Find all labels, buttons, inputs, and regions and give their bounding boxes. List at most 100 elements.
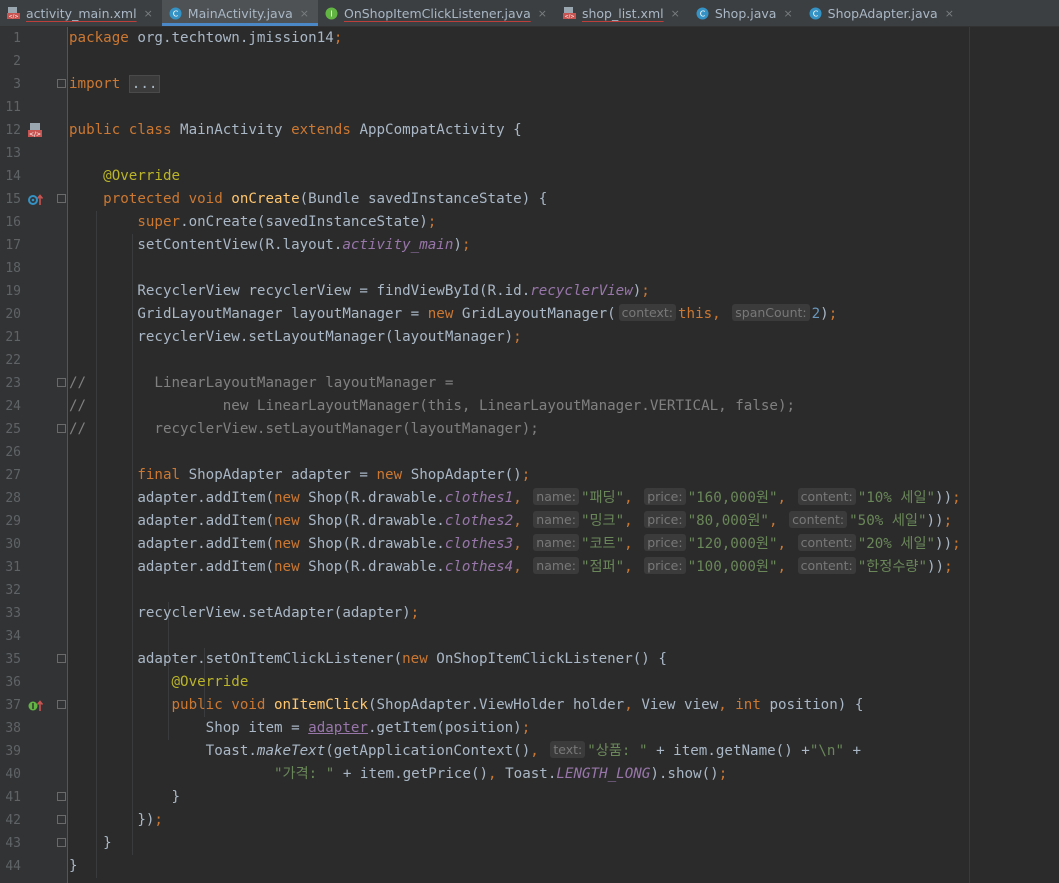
code-line[interactable]: 18 xyxy=(0,257,1059,280)
java-class-icon: C xyxy=(169,7,182,20)
code-text[interactable]: RecyclerView recyclerView = findViewById… xyxy=(69,280,650,303)
code-text[interactable]: adapter.addItem(new Shop(R.drawable.clot… xyxy=(69,487,961,510)
code-line[interactable]: 26 xyxy=(0,441,1059,464)
override-method-icon[interactable] xyxy=(28,192,44,206)
fold-toggle-icon[interactable] xyxy=(57,700,66,709)
code-line[interactable]: 34 xyxy=(0,625,1059,648)
code-line[interactable]: 36 @Override xyxy=(0,671,1059,694)
code-text[interactable]: recyclerView.setLayoutManager(layoutMana… xyxy=(69,326,521,349)
code-token: setContentView(R.layout. xyxy=(69,237,343,253)
code-text[interactable]: recyclerView.setAdapter(adapter); xyxy=(69,602,419,625)
code-line[interactable]: 17 setContentView(R.layout.activity_main… xyxy=(0,234,1059,257)
code-line[interactable]: 22 xyxy=(0,349,1059,372)
code-line[interactable]: 40 "가격: " + item.getPrice(), Toast.LENGT… xyxy=(0,763,1059,786)
code-text[interactable]: adapter.addItem(new Shop(R.drawable.clot… xyxy=(69,533,961,556)
close-icon[interactable]: × xyxy=(144,7,153,20)
code-line[interactable]: 15 protected void onCreate(Bundle savedI… xyxy=(0,188,1059,211)
code-line[interactable]: 2 xyxy=(0,50,1059,73)
code-text[interactable]: import ... xyxy=(69,73,161,96)
code-line[interactable]: 29 adapter.addItem(new Shop(R.drawable.c… xyxy=(0,510,1059,533)
code-line[interactable]: 25 // recyclerView.setLayoutManager(layou… xyxy=(0,418,1059,441)
code-token: "한정수량" xyxy=(857,559,927,575)
code-line[interactable]: 28 adapter.addItem(new Shop(R.drawable.c… xyxy=(0,487,1059,510)
tab-activity-main-xml[interactable]: </> activity_main.xml × xyxy=(0,0,162,26)
code-line[interactable]: 19 RecyclerView recyclerView = findViewB… xyxy=(0,280,1059,303)
implement-method-icon[interactable] xyxy=(28,698,44,712)
code-text[interactable]: adapter.setOnItemClickListener(new OnSho… xyxy=(69,648,667,671)
fold-toggle-icon[interactable] xyxy=(57,838,66,847)
code-token: , xyxy=(624,536,642,552)
code-text[interactable]: @Override xyxy=(69,671,249,694)
code-text[interactable]: super.onCreate(savedInstanceState); xyxy=(69,211,436,234)
code-token: ; xyxy=(461,237,471,253)
code-text[interactable]: "가격: " + item.getPrice(), Toast.LENGTH_L… xyxy=(69,763,727,786)
code-line[interactable]: 35 adapter.setOnItemClickListener(new On… xyxy=(0,648,1059,671)
fold-toggle-icon[interactable] xyxy=(57,79,66,88)
code-line[interactable]: 32 xyxy=(0,579,1059,602)
code-line[interactable]: 1 package org.techtown.jmission14; xyxy=(0,27,1059,50)
code-line[interactable]: 44} xyxy=(0,855,1059,878)
fold-toggle-icon[interactable] xyxy=(57,654,66,663)
tab-shop-list-xml[interactable]: </> shop_list.xml × xyxy=(556,0,689,26)
code-line[interactable]: 16 super.onCreate(savedInstanceState); xyxy=(0,211,1059,234)
code-line[interactable]: 27 final ShopAdapter adapter = new ShopA… xyxy=(0,464,1059,487)
tab-mainactivity-java[interactable]: C MainActivity.java × xyxy=(161,0,319,26)
code-line[interactable]: 20 GridLayoutManager layoutManager = new… xyxy=(0,303,1059,326)
code-text[interactable]: Toast.makeText(getApplicationContext(), … xyxy=(69,740,861,763)
close-icon[interactable]: × xyxy=(783,7,792,20)
code-text[interactable]: final ShopAdapter adapter = new ShopAdap… xyxy=(69,464,530,487)
code-line[interactable]: 23 // LinearLayoutManager layoutManager = xyxy=(0,372,1059,395)
code-line[interactable]: 13 xyxy=(0,142,1059,165)
code-text[interactable]: }); xyxy=(69,809,163,832)
code-line[interactable]: 42 }); xyxy=(0,809,1059,832)
code-text[interactable]: } xyxy=(69,855,78,878)
code-text[interactable]: package org.techtown.jmission14; xyxy=(69,27,342,50)
code-line[interactable]: 24 // new LinearLayoutManager(this, Linea… xyxy=(0,395,1059,418)
tab-shopadapter-java[interactable]: C ShopAdapter.java × xyxy=(802,0,963,26)
code-line[interactable]: 38 Shop item = adapter.getItem(position)… xyxy=(0,717,1059,740)
code-text[interactable]: public void onItemClick(ShopAdapter.View… xyxy=(69,694,864,717)
fold-toggle-icon[interactable] xyxy=(57,815,66,824)
code-text[interactable]: GridLayoutManager layoutManager = new Gr… xyxy=(69,303,837,326)
code-text[interactable]: // recyclerView.setLayoutManager(layoutM… xyxy=(69,418,539,441)
code-text[interactable]: adapter.addItem(new Shop(R.drawable.clot… xyxy=(69,556,953,579)
code-line[interactable]: 41 } xyxy=(0,786,1059,809)
code-line[interactable]: 21 recyclerView.setLayoutManager(layoutM… xyxy=(0,326,1059,349)
code-text[interactable]: public class MainActivity extends AppCom… xyxy=(69,119,522,142)
code-text[interactable]: @Override xyxy=(69,165,180,188)
code-text[interactable]: setContentView(R.layout.activity_main); xyxy=(69,234,470,257)
code-line[interactable]: 3 import ... xyxy=(0,73,1059,96)
code-text[interactable]: // new LinearLayoutManager(this, LinearL… xyxy=(69,395,795,418)
close-icon[interactable]: × xyxy=(300,7,309,20)
code-line[interactable]: 30 adapter.addItem(new Shop(R.drawable.c… xyxy=(0,533,1059,556)
fold-toggle-icon[interactable] xyxy=(57,424,66,433)
code-line[interactable]: 12 </> public class MainActivity extends A… xyxy=(0,119,1059,142)
code-line[interactable]: 11 xyxy=(0,96,1059,119)
code-text[interactable]: } xyxy=(69,832,112,855)
code-text[interactable]: adapter.addItem(new Shop(R.drawable.clot… xyxy=(69,510,952,533)
code-line[interactable]: 43 } xyxy=(0,832,1059,855)
fold-toggle-icon[interactable] xyxy=(57,792,66,801)
tab-shop-java[interactable]: C Shop.java × xyxy=(689,0,802,26)
code-text[interactable]: // LinearLayoutManager layoutManager = xyxy=(69,372,453,395)
code-text[interactable]: Shop item = adapter.getItem(position); xyxy=(69,717,531,740)
code-token: "50% 세일" xyxy=(849,513,927,529)
tab-onshopitemclicklistener-java[interactable]: I OnShopItemClickListener.java × xyxy=(318,0,556,26)
layout-file-icon[interactable]: </> xyxy=(28,123,42,138)
close-icon[interactable]: × xyxy=(945,7,954,20)
code-line[interactable]: 33 recyclerView.setAdapter(adapter); xyxy=(0,602,1059,625)
code-token: ; xyxy=(828,306,838,322)
line-number: 19 xyxy=(5,284,21,299)
code-text[interactable]: protected void onCreate(Bundle savedInst… xyxy=(69,188,547,211)
code-line[interactable]: 31 adapter.addItem(new Shop(R.drawable.c… xyxy=(0,556,1059,579)
code-token: Shop(R.drawable. xyxy=(308,559,445,575)
fold-toggle-icon[interactable] xyxy=(57,194,66,203)
code-line[interactable]: 39 Toast.makeText(getApplicationContext(… xyxy=(0,740,1059,763)
fold-toggle-icon[interactable] xyxy=(57,378,66,387)
code-line[interactable]: 14 @Override xyxy=(0,165,1059,188)
code-line[interactable]: 37 public void onItemClick(ShopAdapter.V… xyxy=(0,694,1059,717)
code-editor[interactable]: 1 package org.techtown.jmission14; 2 3 impor… xyxy=(0,27,1059,883)
code-text[interactable]: } xyxy=(69,786,180,809)
close-icon[interactable]: × xyxy=(671,7,680,20)
close-icon[interactable]: × xyxy=(538,7,547,20)
